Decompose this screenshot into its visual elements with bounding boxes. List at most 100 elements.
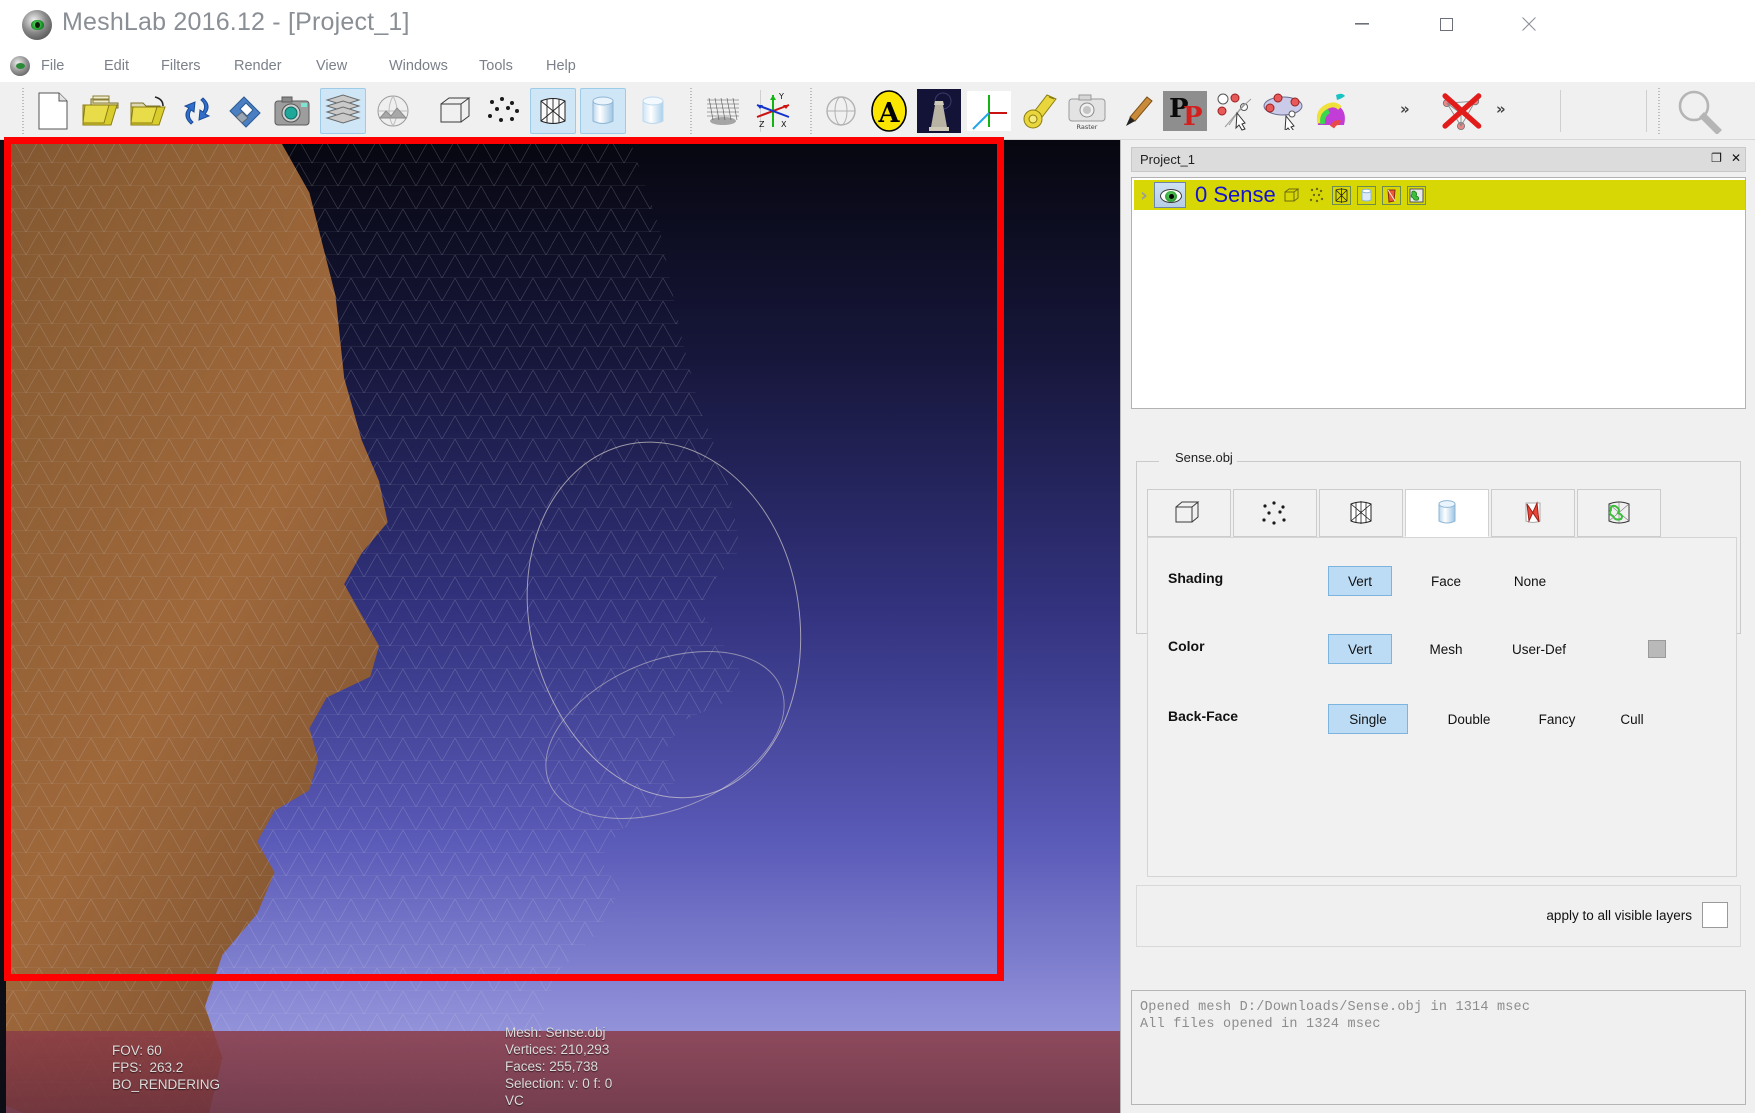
- align-icon[interactable]: [1260, 88, 1306, 134]
- window-close-button[interactable]: [1500, 0, 1558, 48]
- color-userdef-button[interactable]: User-Def: [1500, 634, 1578, 664]
- document-icon: [10, 56, 30, 76]
- pick-points-icon[interactable]: [1210, 88, 1256, 134]
- tab-wireframe[interactable]: [1319, 489, 1403, 537]
- backface-single-button[interactable]: Single: [1328, 704, 1408, 734]
- new-project-icon[interactable]: [30, 88, 76, 134]
- 3d-viewport[interactable]: FOV: 60 FPS: 263.2 BO_RENDERING Mesh: Se…: [0, 140, 1120, 1113]
- quality-mapper-icon[interactable]: [1310, 88, 1356, 134]
- delete-mesh-icon[interactable]: [1438, 88, 1484, 134]
- measuring-tool-icon[interactable]: [1016, 88, 1062, 134]
- raster-alignment-icon[interactable]: Raster: [1064, 88, 1110, 134]
- bbox-icon[interactable]: [1282, 186, 1301, 205]
- search-icon[interactable]: [1670, 88, 1726, 134]
- snapshot-icon[interactable]: [270, 88, 316, 134]
- render-mode-tabs[interactable]: [1147, 489, 1737, 537]
- svg-text:Z: Z: [759, 120, 765, 129]
- log-panel[interactable]: Opened mesh D:/Downloads/Sense.obj in 13…: [1131, 990, 1746, 1105]
- flat-lines-icon[interactable]: [1356, 185, 1376, 205]
- viewport-left-edge: [0, 140, 6, 1113]
- render-options-panel: Shading Vert Face None Color Vert Mesh U…: [1147, 537, 1737, 877]
- window-maximize-button[interactable]: [1417, 0, 1475, 48]
- viewport-info-right: Mesh: Sense.obj Vertices: 210,293 Faces:…: [505, 1025, 613, 1108]
- tab-texture[interactable]: [1577, 489, 1661, 537]
- title-bar: MeshLab 2016.12 - [Project_1]: [0, 0, 1755, 50]
- menu-windows[interactable]: Windows: [380, 54, 457, 78]
- apply-all-checkbox[interactable]: [1702, 902, 1728, 928]
- viewport-info-left: FOV: 60 FPS: 263.2 BO_RENDERING: [112, 1043, 221, 1092]
- option-row-color: Color Vert Mesh User-Def: [1148, 634, 1738, 664]
- chevron-right-icon[interactable]: ›: [1134, 185, 1154, 206]
- window-minimize-button[interactable]: [1333, 0, 1391, 48]
- log-text: Opened mesh D:/Downloads/Sense.obj in 13…: [1140, 1000, 1531, 1032]
- tab-selection[interactable]: [1491, 489, 1575, 537]
- show-raster-layer-icon[interactable]: [370, 88, 416, 134]
- z-painting-icon[interactable]: [1114, 88, 1160, 134]
- menu-render[interactable]: Render: [225, 54, 291, 78]
- show-trackball-icon[interactable]: [818, 88, 864, 134]
- color-label: Color: [1168, 638, 1205, 654]
- points-icon[interactable]: [480, 88, 526, 134]
- menu-filters[interactable]: Filters: [152, 54, 209, 78]
- user-color-swatch[interactable]: [1648, 640, 1666, 658]
- smooth-icon[interactable]: [1381, 185, 1401, 205]
- show-normals-icon[interactable]: [700, 88, 746, 134]
- show-layer-dialog-icon[interactable]: [320, 88, 366, 134]
- dock-float-button[interactable]: ❐: [1711, 151, 1722, 165]
- main-toolbar: Y Z X A Raster P P » »: [0, 82, 1755, 140]
- svg-text:X: X: [781, 120, 787, 129]
- wireframe-icon[interactable]: [1331, 185, 1351, 205]
- svg-text:Y: Y: [778, 92, 784, 101]
- shading-face-button[interactable]: Face: [1416, 566, 1476, 596]
- points-icon[interactable]: [1307, 186, 1326, 205]
- toolbar-overflow-1[interactable]: »: [1400, 100, 1410, 118]
- shading-label: Shading: [1168, 570, 1224, 586]
- option-row-backface: Back-Face Single Double Fancy Cull: [1148, 704, 1738, 734]
- layer-list[interactable]: › 0 Sense: [1131, 177, 1746, 409]
- tab-solid[interactable]: [1405, 489, 1489, 537]
- raster-caption: Raster: [1077, 123, 1098, 131]
- save-mesh-icon[interactable]: [222, 88, 268, 134]
- wireframe-icon[interactable]: [530, 88, 576, 134]
- light-direction-icon[interactable]: [966, 88, 1012, 134]
- layer-name: 0 Sense: [1195, 182, 1276, 207]
- import-mesh-icon[interactable]: [126, 88, 172, 134]
- color-mesh-button[interactable]: Mesh: [1416, 634, 1476, 664]
- menu-tools[interactable]: Tools: [470, 54, 522, 78]
- dock-header: Project_1 ❐ ✕: [1131, 147, 1746, 172]
- bbox-icon[interactable]: [432, 88, 478, 134]
- dock-close-button[interactable]: ✕: [1731, 151, 1741, 165]
- menu-file[interactable]: File: [32, 54, 73, 78]
- meshlab-eye-icon: [22, 10, 52, 40]
- flat-lines-icon[interactable]: [580, 88, 626, 134]
- menu-edit[interactable]: Edit: [95, 54, 138, 78]
- open-project-icon[interactable]: [78, 88, 124, 134]
- toolbar-overflow-2[interactable]: »: [1496, 100, 1506, 118]
- menu-help[interactable]: Help: [537, 54, 585, 78]
- shading-vert-button[interactable]: Vert: [1328, 566, 1392, 596]
- backface-double-button[interactable]: Double: [1438, 704, 1500, 734]
- texture-icon[interactable]: [1406, 185, 1426, 205]
- tab-points[interactable]: [1233, 489, 1317, 537]
- render-settings-group-label: Sense.obj: [1171, 450, 1237, 465]
- text-info-icon[interactable]: A: [866, 88, 912, 134]
- menu-bar: File Edit Filters Render View Windows To…: [0, 50, 1755, 120]
- backface-cull-button[interactable]: Cull: [1608, 704, 1656, 734]
- reload-icon[interactable]: [174, 88, 220, 134]
- option-row-shading: Shading Vert Face None: [1148, 566, 1738, 596]
- tab-bbox[interactable]: [1147, 489, 1231, 537]
- shading-none-button[interactable]: None: [1500, 566, 1560, 596]
- eye-visible-icon[interactable]: [1154, 182, 1186, 208]
- backface-fancy-button[interactable]: Fancy: [1528, 704, 1586, 734]
- window-title: MeshLab 2016.12 - [Project_1]: [62, 8, 410, 36]
- show-axis-icon[interactable]: Y Z X: [750, 88, 796, 134]
- layer-row[interactable]: › 0 Sense: [1134, 180, 1745, 210]
- apply-all-row: apply to all visible layers: [1136, 885, 1741, 947]
- pdf-export-icon[interactable]: P P: [1162, 88, 1208, 134]
- color-vert-button[interactable]: Vert: [1328, 634, 1392, 664]
- light-on-icon[interactable]: [916, 88, 962, 134]
- smooth-shading-icon[interactable]: [630, 88, 676, 134]
- menu-view[interactable]: View: [307, 54, 356, 78]
- backface-label: Back-Face: [1168, 708, 1239, 724]
- svg-text:A: A: [878, 98, 901, 129]
